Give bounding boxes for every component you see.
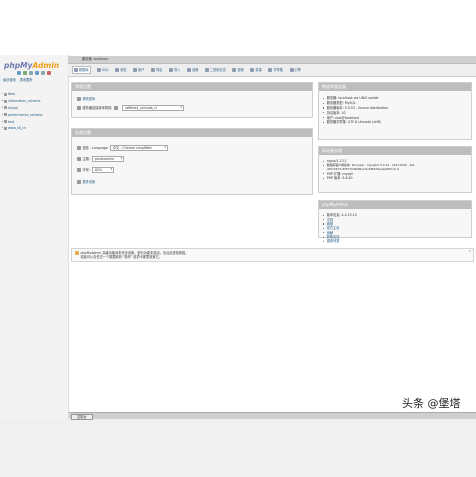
list-item: 服务器版本: 5.5.53 - Source distribution <box>323 106 388 111</box>
language-select[interactable]: 中文 - Chinese simplified <box>109 145 168 152</box>
navigation-sidebar: phpMyAdmin 最近使用 表收藏夹 – New + information_s… <box>0 55 69 477</box>
web-server-info-list: nginx/1.13.1 数据库客户端版本: libmysql - mysqln… <box>323 159 469 181</box>
changelog-link[interactable]: 更新列表 <box>323 239 357 243</box>
replication-icon <box>232 68 237 72</box>
settings-gear-icon[interactable] <box>41 71 45 75</box>
refresh-icon[interactable] <box>23 71 27 75</box>
export-icon <box>151 68 155 72</box>
sidebar-icon-bar <box>17 71 51 75</box>
favorite-tables-link[interactable]: 表收藏夹 <box>20 78 33 82</box>
list-item: 数据库客户端版本: libmysql - mysqlnd 5.0.10 - 20… <box>323 163 469 172</box>
phpmyadmin-info-list: 版本信息: 4.4.15.10 文档 维基 官方主页 贡献 获取支持 更新列表 <box>323 213 357 244</box>
db-item-test[interactable]: + test <box>1 118 42 125</box>
help-icon[interactable] <box>114 106 118 110</box>
font-size-select[interactable]: 82% <box>91 167 114 174</box>
db-item-new[interactable]: – New <box>1 91 42 98</box>
db-item-www-t8-cn[interactable]: + www_t8_cn <box>1 125 42 132</box>
sql-icon <box>97 68 102 72</box>
tab-variables[interactable]: 变量 <box>250 68 262 72</box>
collation-select[interactable]: utf8mb4_unicode_ci <box>121 105 184 112</box>
tab-databases[interactable]: 数据库 <box>72 65 91 75</box>
theme-select[interactable]: pmahomme <box>91 156 124 163</box>
panel-title: 数据库服务器 <box>319 83 471 91</box>
import-icon <box>168 68 173 72</box>
phpmyadmin-info-panel: phpMyAdmin 版本信息: 4.4.15.10 文档 维基 官方主页 贡献… <box>318 200 472 243</box>
web-server-panel: 网站服务器 nginx/1.13.1 数据库客户端版本: libmysql - … <box>318 146 472 193</box>
recent-tables-link[interactable]: 最近使用 <box>3 78 16 82</box>
theme-icon <box>77 157 81 161</box>
tab-status[interactable]: 状态 <box>115 68 126 72</box>
sidebar-links: 最近使用 表收藏夹 <box>3 78 33 82</box>
database-icon <box>4 113 7 117</box>
appearance-settings-panel: 外观设置 语言 - Language 中文 - Chinese simplifie… <box>71 128 313 195</box>
new-database-icon <box>4 92 7 96</box>
list-item: PHP 版本: 5.6.40 <box>323 176 469 181</box>
tab-charsets[interactable]: 字符集 <box>268 68 283 72</box>
database-tree: – New + information_schema + mysql + perform… <box>1 91 42 132</box>
more-settings-link[interactable]: 更多设置 <box>77 180 95 184</box>
database-icon <box>4 99 7 103</box>
page-bottom-area <box>0 418 476 477</box>
database-icon <box>4 106 7 110</box>
docs-icon[interactable] <box>29 71 33 75</box>
language-row: 语言 - Language 中文 - Chinese simplified <box>77 145 168 152</box>
theme-row: 主题: pmahomme <box>77 156 124 163</box>
engine-icon <box>289 68 294 72</box>
font-size-icon <box>77 168 81 172</box>
settings-icon <box>186 68 191 72</box>
tab-sql[interactable]: SQL <box>97 68 108 72</box>
main-tabs: 数据库 SQL 状态 用户 导出 导入 设置 二进制日志 复制 变量 字符集 引… <box>68 64 476 77</box>
list-item: 服务器字符集: UTF-8 Unicode (utf8) <box>323 120 388 125</box>
home-icon[interactable] <box>17 71 21 75</box>
console-bar[interactable]: 控制台 <box>69 412 476 420</box>
charset-icon <box>268 68 273 72</box>
sql-query-icon[interactable] <box>35 71 39 75</box>
change-password-link[interactable]: 修改密码 <box>77 97 95 101</box>
server-breadcrumb[interactable]: 服务器: localhost <box>82 57 108 61</box>
panel-title: 常规设置 <box>72 83 312 91</box>
collation-row: 服务器连接排序规则: utf8mb4_unicode_ci <box>77 105 184 112</box>
variables-icon <box>250 68 255 72</box>
status-icon <box>115 68 120 72</box>
database-icon <box>74 68 78 72</box>
config-storage-notice: phpMyAdmin 高级功能尚未完全设置，部分功能未激活。请点此查找原因。 或… <box>71 248 474 262</box>
tab-binlog[interactable]: 二进制日志 <box>204 68 226 72</box>
tab-engines[interactable]: 引擎 <box>289 68 301 72</box>
logout-icon[interactable] <box>47 71 51 75</box>
key-icon <box>77 97 81 101</box>
db-server-info-list: 服务器: localhost via UNIX socket 服务器类型: My… <box>323 96 388 125</box>
db-item-information-schema[interactable]: + information_schema <box>1 98 42 105</box>
panel-title: phpMyAdmin <box>319 201 471 209</box>
console-toggle-button[interactable]: 控制台 <box>71 414 93 420</box>
db-item-performance-schema[interactable]: + performance_schema <box>1 111 42 118</box>
collation-icon <box>77 106 81 110</box>
database-icon <box>4 126 7 130</box>
tab-settings[interactable]: 设置 <box>186 68 198 72</box>
tab-import[interactable]: 导入 <box>168 68 180 72</box>
tab-replication[interactable]: 复制 <box>232 68 244 72</box>
font-size-row: 字号: 82% <box>77 167 114 174</box>
notice-line-2: 或者可以去任意一个数据库的 "操作" 选项卡那里设置它。 <box>80 255 162 260</box>
database-icon <box>4 120 7 124</box>
notice-icon <box>75 251 79 255</box>
watermark-text: 头条 @堡塔 <box>402 397 461 410</box>
database-server-panel: 数据库服务器 服务器: localhost via UNIX socket 服务… <box>318 82 472 140</box>
breadcrumb: 服务器: localhost <box>68 56 476 64</box>
db-item-mysql[interactable]: + mysql <box>1 105 42 112</box>
panel-title: 外观设置 <box>72 129 312 137</box>
tab-export[interactable]: 导出 <box>151 68 162 72</box>
language-icon <box>77 146 81 150</box>
users-icon <box>133 68 138 72</box>
wrench-icon <box>77 180 81 184</box>
close-icon[interactable]: ✕ <box>468 249 471 254</box>
binlog-icon <box>204 68 209 72</box>
panel-title: 网站服务器 <box>319 147 471 155</box>
general-settings-panel: 常规设置 修改密码 服务器连接排序规则: utf8mb4_unicode_ci <box>71 82 313 118</box>
tab-users[interactable]: 用户 <box>133 68 144 72</box>
phpmyadmin-logo[interactable]: phpMyAdmin <box>4 61 59 70</box>
